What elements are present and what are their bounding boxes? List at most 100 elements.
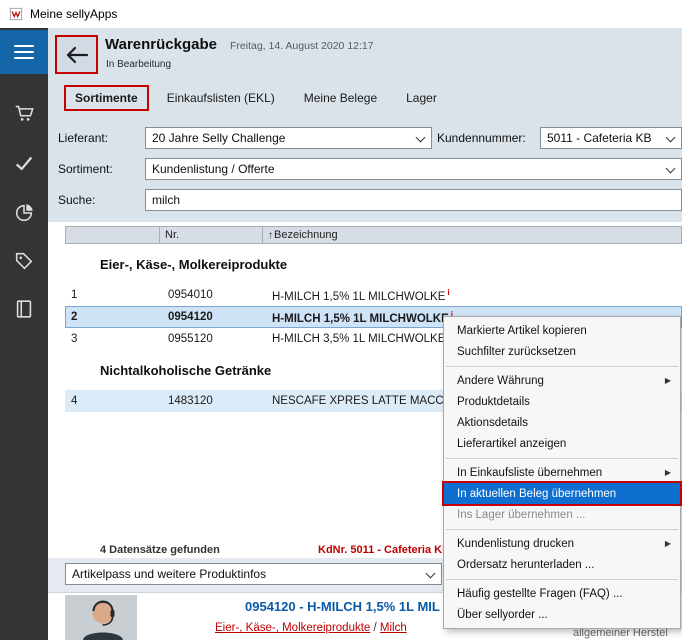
menu-item-ordersatz-herunterladen[interactable]: Ordersatz herunterladen ... (444, 554, 680, 575)
hamburger-icon (14, 41, 34, 63)
context-menu: Markierte Artikel kopieren Suchfilter zur… (443, 316, 681, 629)
sidebar (0, 28, 48, 640)
customer-status: KdNr. 5011 - Cafeteria KB (318, 544, 450, 556)
menu-item-label: Andere Währung (457, 375, 544, 387)
search-input[interactable] (145, 189, 682, 211)
lieferant-label: Lieferant: (58, 131, 108, 145)
price-tag-icon (13, 250, 35, 272)
document-datetime: Freitag, 14. August 2020 12:17 (230, 40, 374, 52)
menu-item-label: Produktdetails (457, 396, 530, 408)
menu-separator (444, 575, 680, 583)
sort-ascending-icon: ↑ (268, 230, 273, 241)
document-title-row: Warenrückgabe Freitag, 14. August 2020 1… (105, 36, 374, 53)
menu-item-lieferartikel-anzeigen[interactable]: Lieferartikel anzeigen (444, 433, 680, 454)
nr-column-label: Nr. (165, 229, 179, 241)
window-titlebar: Meine sellyApps (0, 0, 682, 28)
pie-chart-icon (13, 202, 35, 224)
menu-item-produktdetails[interactable]: Produktdetails (444, 391, 680, 412)
table-header-row: Nr. ↑ Bezeichnung (65, 226, 682, 244)
kundennummer-select[interactable]: 5011 - Cafeteria KB (540, 127, 682, 149)
menu-item-andere-w-hrung[interactable]: Andere Währung ▶ (444, 370, 680, 391)
product-info-select-value: Artikelpass und weitere Produktinfos (72, 567, 266, 581)
submenu-arrow-icon: ▶ (665, 468, 671, 477)
row-index: 1 (65, 289, 159, 301)
lieferant-select[interactable]: 20 Jahre Selly Challenge (145, 127, 432, 149)
table-group-header: Eier-, Käse-, Molkereiprodukte (65, 244, 682, 284)
chevron-down-icon (426, 569, 436, 579)
submenu-arrow-icon: ▶ (665, 376, 671, 385)
menu-item-label: Kundenlistung drucken (457, 538, 574, 550)
menu-item-label: Ins Lager übernehmen ... (457, 509, 586, 521)
breadcrumb-separator: / (370, 622, 380, 634)
product-info-select[interactable]: Artikelpass und weitere Produktinfos (65, 563, 442, 585)
row-index: 2 (65, 311, 159, 323)
menu-item-label: In aktuellen Beleg übernehmen (457, 488, 616, 500)
menu-item-h-ufig-gestellte-fragen-faq[interactable]: Häufig gestellte Fragen (FAQ) ... (444, 583, 680, 604)
page-title: Warenrückgabe (105, 36, 217, 53)
sortiment-label: Sortiment: (58, 162, 113, 176)
sidebar-item-catalog[interactable] (0, 290, 48, 328)
hamburger-menu-button[interactable] (0, 30, 48, 74)
document-header: Warenrückgabe Freitag, 14. August 2020 1… (48, 28, 682, 222)
tab-meine-belege[interactable]: Meine Belege (293, 85, 388, 111)
suche-label: Suche: (58, 193, 95, 207)
article-number: 0954010 (159, 289, 262, 301)
menu-item-label: Suchfilter zurücksetzen (457, 346, 576, 358)
kundennummer-value: 5011 - Cafeteria KB (547, 131, 652, 145)
sidebar-item-cart[interactable] (0, 94, 48, 132)
menu-item-label: Häufig gestellte Fragen (FAQ) ... (457, 588, 623, 600)
table-row[interactable]: 10954010H-MILCH 1,5% 1L MILCHWOLKEi (65, 284, 682, 306)
article-name: H-MILCH 1,5% 1L MILCHWOLKEi (262, 288, 682, 303)
lieferant-value: 20 Jahre Selly Challenge (152, 131, 285, 145)
menu-item-ins-lager-bernehmen: Ins Lager übernehmen ... (444, 504, 680, 525)
category-link[interactable]: Eier-, Käse-, Molkereiprodukte (215, 622, 370, 634)
sidebar-item-checklist[interactable] (0, 144, 48, 182)
back-button[interactable] (55, 35, 98, 74)
chevron-down-icon (416, 133, 426, 143)
window-title: Meine sellyApps (30, 7, 117, 21)
menu-item-in-aktuellen-beleg-bernehmen[interactable]: In aktuellen Beleg übernehmen (444, 483, 680, 504)
table-header-index (66, 227, 160, 243)
chevron-down-icon (666, 133, 676, 143)
product-breadcrumb: Eier-, Käse-, Molkereiprodukte / Milch (215, 622, 407, 634)
app-icon (9, 7, 23, 21)
article-number: 0955120 (159, 333, 262, 345)
submenu-arrow-icon: ▶ (665, 539, 671, 548)
menu-item-label: In Einkaufsliste übernehmen (457, 467, 602, 479)
back-arrow-icon (64, 44, 90, 66)
row-index: 3 (65, 333, 159, 345)
info-marker-icon: i (447, 288, 449, 297)
tab-lager[interactable]: Lager (395, 85, 448, 111)
result-count: 4 Datensätze gefunden (100, 544, 220, 556)
sidebar-item-pricing[interactable] (0, 242, 48, 280)
sidebar-item-statistics[interactable] (0, 194, 48, 232)
kundennummer-label: Kundennummer: (437, 131, 526, 145)
menu-item-label: Über sellyorder ... (457, 609, 548, 621)
bezeichnung-column-label: Bezeichnung (274, 229, 338, 241)
menu-item-label: Markierte Artikel kopieren (457, 325, 587, 337)
menu-item-suchfilter-zur-cksetzen[interactable]: Suchfilter zurücksetzen (444, 341, 680, 362)
sortiment-select[interactable]: Kundenlistung / Offerte (145, 158, 682, 180)
menu-item-label: Lieferartikel anzeigen (457, 438, 566, 450)
menu-separator (444, 454, 680, 462)
row-index: 4 (65, 395, 159, 407)
table-header-nr[interactable]: Nr. (160, 227, 263, 243)
menu-item-ber-sellyorder[interactable]: Über sellyorder ... (444, 604, 680, 625)
article-number: 0954120 (159, 311, 262, 323)
product-title-link[interactable]: 0954120 - H-MILCH 1,5% 1L MIL (245, 599, 440, 614)
tab-sortimente[interactable]: Sortimente (64, 85, 149, 111)
cart-icon (13, 102, 35, 124)
catalog-icon (13, 298, 35, 320)
menu-item-label: Ordersatz herunterladen ... (457, 559, 594, 571)
document-status: In Bearbeitung (106, 59, 171, 70)
menu-item-aktionsdetails[interactable]: Aktionsdetails (444, 412, 680, 433)
product-contact-image (65, 595, 137, 640)
subcategory-link[interactable]: Milch (380, 622, 407, 634)
menu-item-in-einkaufsliste-bernehmen[interactable]: In Einkaufsliste übernehmen ▶ (444, 462, 680, 483)
chevron-down-icon (666, 164, 676, 174)
article-number: 1483120 (159, 395, 262, 407)
menu-item-kundenlistung-drucken[interactable]: Kundenlistung drucken ▶ (444, 533, 680, 554)
menu-item-markierte-artikel-kopieren[interactable]: Markierte Artikel kopieren (444, 320, 680, 341)
table-header-bezeichnung[interactable]: ↑ Bezeichnung (263, 227, 681, 243)
tab-einkaufslisten-ekl[interactable]: Einkaufslisten (EKL) (156, 85, 286, 111)
